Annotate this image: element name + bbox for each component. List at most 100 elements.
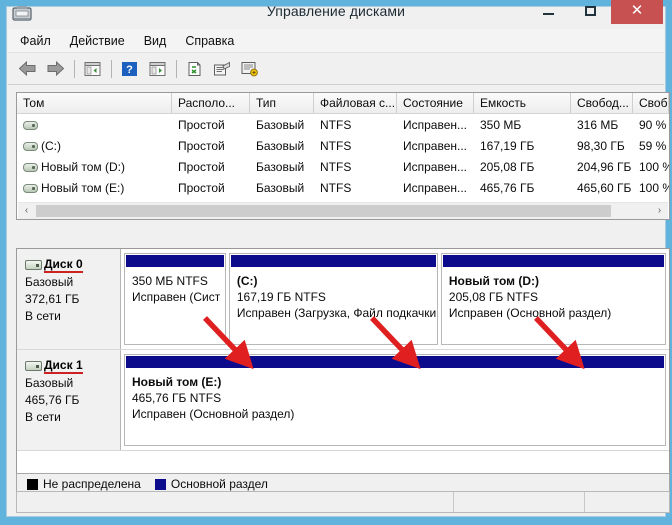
disk-status: В сети	[25, 409, 120, 425]
column-header-type[interactable]: Тип	[250, 93, 314, 113]
disk-row-1[interactable]: Диск 1 Базовый 465,76 ГБ В сети Новый то…	[17, 350, 669, 451]
cell-free: 465,60 ГБ	[571, 181, 633, 195]
toolbar-separator	[176, 60, 177, 78]
disk-header-1[interactable]: Диск 1 Базовый 465,76 ГБ В сети	[17, 350, 121, 450]
column-header-layout[interactable]: Располо...	[172, 93, 250, 113]
menu-item-file[interactable]: Файл	[20, 32, 61, 50]
disk-partitions-0: 350 МБ NTFS Исправен (Сист (C:) 167,19 Г…	[121, 249, 669, 349]
cell-volume	[17, 118, 172, 132]
disk-icon	[25, 260, 42, 270]
volume-icon	[23, 121, 38, 130]
cell-layout: Простой	[172, 181, 250, 195]
scrollbar-track[interactable]	[35, 203, 651, 219]
partition-block[interactable]: 350 МБ NTFS Исправен (Сист	[124, 253, 226, 345]
show-hide-console-tree-icon[interactable]	[79, 57, 105, 81]
disk-partitions-1: Новый том (E:) 465,76 ГБ NTFS Исправен (…	[121, 350, 669, 450]
maximize-icon	[585, 6, 596, 16]
partition-status: Исправен (Загрузка, Файл подкачки	[237, 305, 437, 321]
partition-block[interactable]: Новый том (D:) 205,08 ГБ NTFS Исправен (…	[441, 253, 666, 345]
forward-icon[interactable]	[42, 57, 68, 81]
column-header-free-space[interactable]: Свобод...	[571, 93, 633, 113]
table-row[interactable]: Новый том (D:) Простой Базовый NTFS Испр…	[17, 156, 669, 177]
cell-filesystem: NTFS	[314, 160, 397, 174]
back-icon[interactable]	[14, 57, 40, 81]
close-button[interactable]: ✕	[611, 0, 663, 24]
menu-bar: Файл Действие Вид Справка	[8, 29, 664, 53]
menu-item-view[interactable]: Вид	[144, 32, 177, 50]
partition-color-bar	[231, 255, 436, 267]
cell-free-percent: 100 %	[633, 160, 669, 174]
refresh-icon[interactable]	[181, 57, 207, 81]
cell-layout: Простой	[172, 160, 250, 174]
disk-row-0[interactable]: Диск 0 Базовый 372,61 ГБ В сети 350 МБ N…	[17, 249, 669, 350]
table-row[interactable]: (C:) Простой Базовый NTFS Исправен... 16…	[17, 135, 669, 156]
cell-status: Исправен...	[397, 118, 474, 132]
disk-status: В сети	[25, 308, 120, 324]
legend-label-unallocated: Не распределена	[43, 477, 141, 491]
cell-layout: Простой	[172, 139, 250, 153]
disk-title-wrap: Диск 0	[25, 257, 120, 273]
disk-name: Диск 0	[44, 257, 83, 273]
toolbar-separator	[111, 60, 112, 78]
cell-capacity: 205,08 ГБ	[474, 160, 571, 174]
cell-volume: (C:)	[17, 139, 172, 153]
scrollbar-thumb[interactable]	[36, 205, 611, 217]
column-header-free-percent[interactable]: Свобод	[633, 93, 669, 113]
disk-title-wrap: Диск 1	[25, 358, 120, 374]
table-row[interactable]: Простой Базовый NTFS Исправен... 350 МБ …	[17, 114, 669, 135]
partition-label: (C:)	[237, 273, 437, 289]
disk-size: 465,76 ГБ	[25, 392, 120, 408]
volume-list-header: Том Располо... Тип Файловая с... Состоян…	[17, 93, 669, 114]
volume-icon	[23, 142, 38, 151]
properties-icon[interactable]	[209, 57, 235, 81]
column-header-capacity[interactable]: Емкость	[474, 93, 571, 113]
cell-filesystem: NTFS	[314, 139, 397, 153]
column-header-filesystem[interactable]: Файловая с...	[314, 93, 397, 113]
partition-block[interactable]: (C:) 167,19 ГБ NTFS Исправен (Загрузка, …	[229, 253, 438, 345]
scroll-left-icon[interactable]: ‹	[18, 203, 35, 219]
partition-label: Новый том (D:)	[449, 273, 665, 289]
show-hide-action-pane-icon[interactable]	[144, 57, 170, 81]
table-row[interactable]: Новый том (E:) Простой Базовый NTFS Испр…	[17, 177, 669, 198]
volume-list[interactable]: Том Располо... Тип Файловая с... Состоян…	[16, 92, 670, 220]
partition-color-bar	[126, 356, 664, 368]
cell-status: Исправен...	[397, 139, 474, 153]
partition-block[interactable]: Новый том (E:) 465,76 ГБ NTFS Исправен (…	[124, 354, 666, 446]
cell-layout: Простой	[172, 118, 250, 132]
legend-item-primary-partition: Основной раздел	[155, 477, 268, 491]
cell-free: 204,96 ГБ	[571, 160, 633, 174]
partition-body: 350 МБ NTFS Исправен (Сист	[125, 267, 225, 344]
column-header-volume[interactable]: Том	[17, 93, 172, 113]
scroll-right-icon[interactable]: ›	[651, 203, 668, 219]
legend-swatch-primary-partition	[155, 479, 166, 490]
status-pane-1	[17, 492, 454, 512]
partition-body: Новый том (E:) 465,76 ГБ NTFS Исправен (…	[125, 368, 665, 445]
menu-item-help[interactable]: Справка	[185, 32, 244, 50]
partition-status: Исправен (Сист	[132, 289, 225, 305]
disk-header-0[interactable]: Диск 0 Базовый 372,61 ГБ В сети	[17, 249, 121, 349]
cell-volume: Новый том (E:)	[17, 181, 172, 195]
disk-size: 372,61 ГБ	[25, 291, 120, 307]
svg-text:?: ?	[126, 64, 133, 76]
column-header-status[interactable]: Состояние	[397, 93, 474, 113]
help-icon[interactable]: ?	[116, 57, 142, 81]
legend-label-primary-partition: Основной раздел	[171, 477, 268, 491]
menu-item-action[interactable]: Действие	[70, 32, 135, 50]
cell-type: Базовый	[250, 118, 314, 132]
cell-type: Базовый	[250, 139, 314, 153]
horizontal-scrollbar[interactable]: ‹ ›	[18, 202, 668, 218]
minimize-icon	[543, 13, 554, 15]
volume-icon	[23, 184, 38, 193]
cell-filesystem: NTFS	[314, 118, 397, 132]
disk-management-window: Управление дисками ✕ Файл Действие Вид С…	[0, 0, 672, 525]
graphical-view-pane[interactable]: Диск 0 Базовый 372,61 ГБ В сети 350 МБ N…	[16, 248, 670, 478]
disk-type: Базовый	[25, 274, 120, 290]
partition-size-fs: 465,76 ГБ NTFS	[132, 390, 665, 406]
partition-size-fs: 167,19 ГБ NTFS	[237, 289, 437, 305]
cell-free-percent: 90 %	[633, 118, 669, 132]
rescan-disks-icon[interactable]	[237, 57, 263, 81]
cell-capacity: 350 МБ	[474, 118, 571, 132]
maximize-button[interactable]	[569, 0, 611, 24]
minimize-button[interactable]	[527, 0, 569, 24]
status-pane-2	[454, 492, 585, 512]
